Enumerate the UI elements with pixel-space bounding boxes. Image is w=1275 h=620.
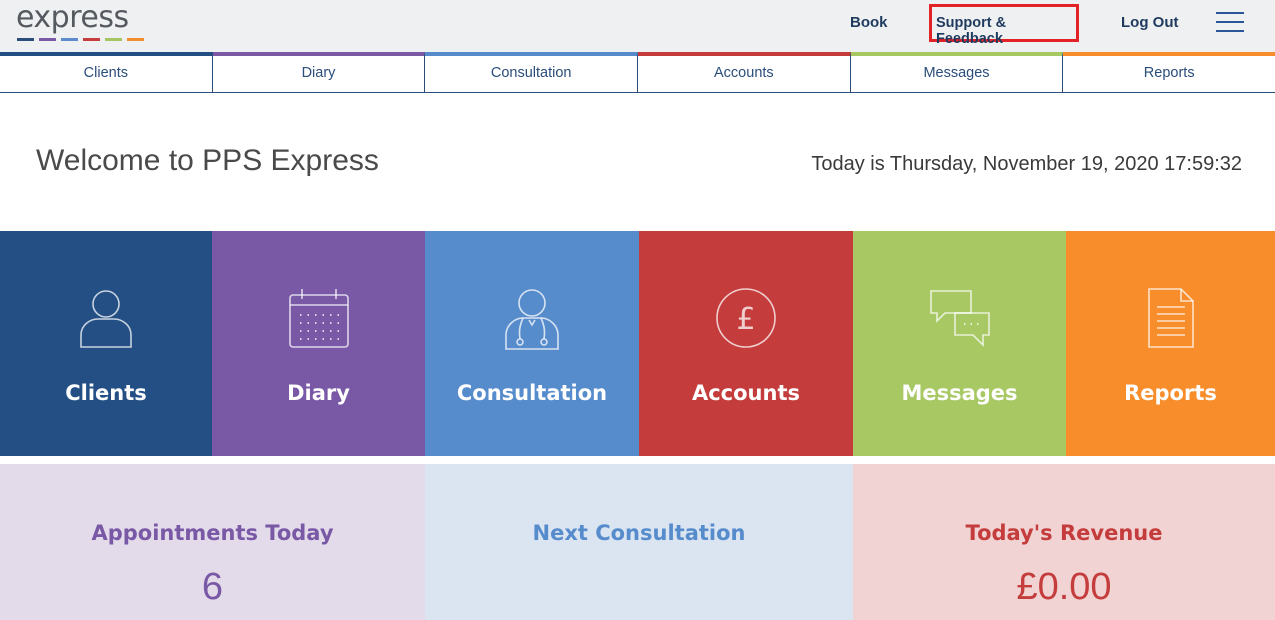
tab-accounts[interactable]: Accounts xyxy=(638,52,851,92)
tab-clients[interactable]: Clients xyxy=(0,52,213,92)
book-link[interactable]: Book xyxy=(850,14,888,31)
calendar-icon xyxy=(288,289,349,348)
logout-link[interactable]: Log Out xyxy=(1121,14,1178,31)
tile-clients[interactable]: Clients xyxy=(0,231,212,456)
express-logo[interactable]: express xyxy=(16,0,144,41)
tab-consultation[interactable]: Consultation xyxy=(425,52,639,92)
tile-consultation[interactable]: Consultation xyxy=(425,231,639,456)
tile-label: Clients xyxy=(65,381,147,405)
document-icon xyxy=(1147,288,1194,348)
tab-messages[interactable]: Messages xyxy=(850,52,1064,92)
tile-diary[interactable]: Diary xyxy=(212,231,425,456)
main-nav: Clients Diary Consultation Accounts Mess… xyxy=(0,52,1275,93)
stat-value: £0.00 xyxy=(1016,566,1112,608)
svg-text:£: £ xyxy=(736,302,755,337)
module-tiles: Clients Diary Consultation £ Accounts Me… xyxy=(0,231,1275,456)
support-feedback-link[interactable]: Support & Feedback xyxy=(929,4,1079,47)
stat-title: Today's Revenue xyxy=(965,521,1163,545)
tab-diary[interactable]: Diary xyxy=(212,52,426,92)
tab-reports[interactable]: Reports xyxy=(1063,52,1275,92)
user-icon xyxy=(80,290,132,348)
stat-title: Appointments Today xyxy=(91,521,334,545)
tile-accounts[interactable]: £ Accounts xyxy=(639,231,853,456)
stat-value: 6 xyxy=(201,566,224,608)
current-datetime: Today is Thursday, November 19, 2020 17:… xyxy=(811,153,1242,175)
stat-appointments-today[interactable]: Appointments Today 6 xyxy=(0,464,425,620)
stat-todays-revenue[interactable]: Today's Revenue £0.00 xyxy=(853,464,1275,620)
tile-label: Diary xyxy=(287,381,350,405)
tile-label: Messages xyxy=(901,381,1018,405)
pound-coin-icon: £ xyxy=(716,288,776,348)
top-header: express Book Support & Feedback Log Out xyxy=(0,0,1275,52)
hamburger-icon[interactable] xyxy=(1216,12,1244,34)
stat-next-consultation[interactable]: Next Consultation xyxy=(425,464,853,620)
page-title: Welcome to PPS Express xyxy=(36,144,379,177)
tile-label: Consultation xyxy=(456,381,608,405)
tile-reports[interactable]: Reports xyxy=(1066,231,1275,456)
tile-label: Accounts xyxy=(691,381,800,405)
tile-messages[interactable]: Messages xyxy=(853,231,1066,456)
logo-color-dashes xyxy=(17,38,144,41)
tile-label: Reports xyxy=(1124,381,1217,405)
stat-title: Next Consultation xyxy=(532,521,746,545)
logo-text: express xyxy=(16,0,129,35)
chat-bubbles-icon xyxy=(929,290,990,347)
doctor-icon xyxy=(505,289,559,350)
stats-panel: Appointments Today 6 Next Consultation T… xyxy=(0,464,1275,620)
